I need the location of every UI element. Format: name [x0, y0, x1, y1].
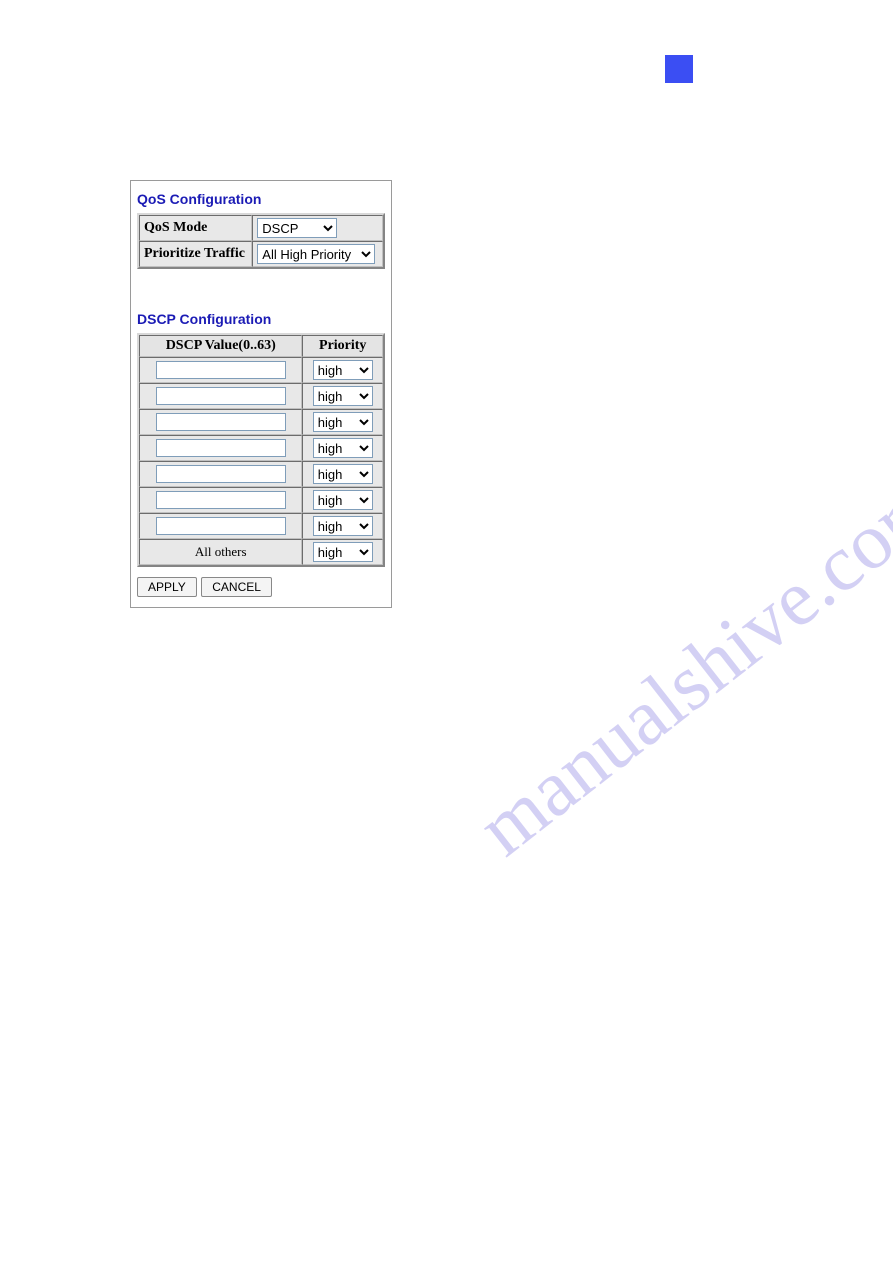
qos-mode-cell: DSCP	[252, 215, 383, 241]
table-row: high	[139, 487, 383, 513]
all-others-label: All others	[139, 539, 302, 565]
table-row: high	[139, 513, 383, 539]
config-panel: QoS Configuration QoS Mode DSCP Prioriti…	[130, 180, 392, 608]
all-others-priority-select[interactable]: high	[313, 542, 373, 562]
dscp-priority-select[interactable]: high	[313, 438, 373, 458]
prioritize-traffic-cell: All High Priority	[252, 241, 383, 267]
qos-config-title: QoS Configuration	[137, 191, 385, 207]
prioritize-traffic-row: Prioritize Traffic All High Priority	[139, 241, 383, 267]
dscp-config-title: DSCP Configuration	[137, 311, 385, 327]
table-row: high	[139, 435, 383, 461]
qos-config-table: QoS Mode DSCP Prioritize Traffic All Hig…	[137, 213, 385, 269]
dscp-priority-select[interactable]: high	[313, 386, 373, 406]
cancel-button[interactable]: CANCEL	[201, 577, 272, 597]
qos-mode-select[interactable]: DSCP	[257, 218, 337, 238]
dscp-value-input[interactable]	[156, 491, 286, 509]
dscp-value-input[interactable]	[156, 361, 286, 379]
prioritize-traffic-select[interactable]: All High Priority	[257, 244, 375, 264]
dscp-priority-select[interactable]: high	[313, 490, 373, 510]
dscp-config-table: DSCP Value(0..63) Priority high high hig…	[137, 333, 385, 567]
dscp-priority-select[interactable]: high	[313, 412, 373, 432]
apply-button[interactable]: APPLY	[137, 577, 197, 597]
dscp-priority-select[interactable]: high	[313, 516, 373, 536]
all-others-row: All others high	[139, 539, 383, 565]
dscp-value-input[interactable]	[156, 439, 286, 457]
table-row: high	[139, 409, 383, 435]
table-row: high	[139, 383, 383, 409]
dscp-value-input[interactable]	[156, 387, 286, 405]
decorative-square	[665, 55, 693, 83]
qos-mode-label: QoS Mode	[139, 215, 252, 241]
dscp-value-input[interactable]	[156, 517, 286, 535]
dscp-priority-select[interactable]: high	[313, 360, 373, 380]
table-row: high	[139, 461, 383, 487]
dscp-priority-header: Priority	[302, 335, 383, 357]
dscp-header-row: DSCP Value(0..63) Priority	[139, 335, 383, 357]
watermark-text: manualshive.com	[462, 457, 893, 875]
dscp-value-input[interactable]	[156, 413, 286, 431]
prioritize-traffic-label: Prioritize Traffic	[139, 241, 252, 267]
button-row: APPLY CANCEL	[137, 577, 385, 597]
dscp-priority-select[interactable]: high	[313, 464, 373, 484]
dscp-value-input[interactable]	[156, 465, 286, 483]
dscp-value-header: DSCP Value(0..63)	[139, 335, 302, 357]
table-row: high	[139, 357, 383, 383]
qos-mode-row: QoS Mode DSCP	[139, 215, 383, 241]
